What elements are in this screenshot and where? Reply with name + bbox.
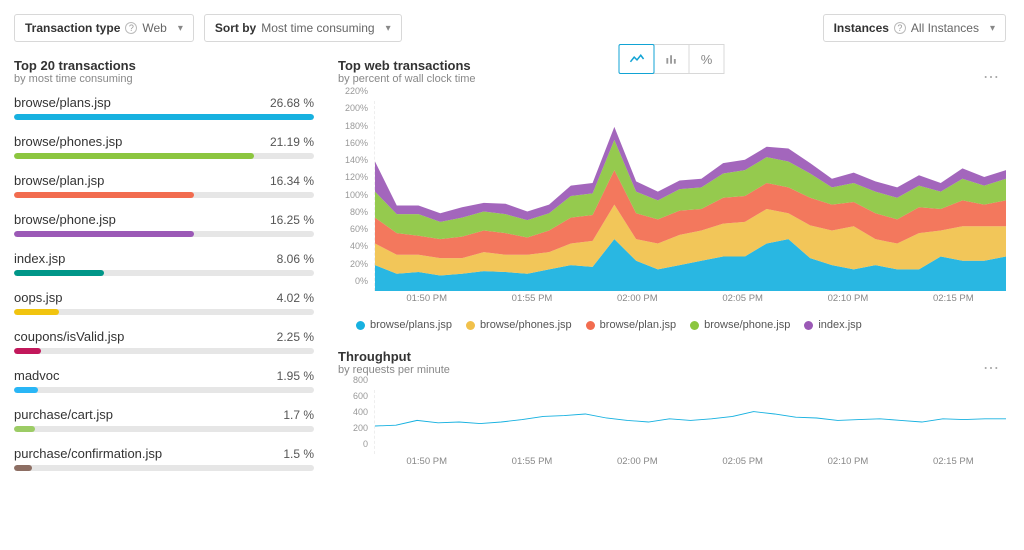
viewmode-bars-button[interactable]	[654, 44, 690, 74]
transaction-value: 16.25 %	[270, 213, 314, 227]
transaction-name: oops.jsp	[14, 290, 62, 305]
transaction-name: browse/phones.jsp	[14, 134, 122, 149]
transaction-type-label: Transaction type	[25, 21, 120, 35]
viewmode-percent-button[interactable]: %	[689, 44, 725, 74]
line-chart-icon	[629, 53, 644, 65]
legend-label: index.jsp	[818, 319, 861, 331]
transaction-row[interactable]: browse/plan.jsp 16.34 %	[14, 173, 314, 198]
chevron-down-icon: ▾	[386, 23, 391, 34]
viewmode-chart-button[interactable]	[619, 44, 655, 74]
sortby-value: Most time consuming	[261, 21, 374, 35]
transaction-name: purchase/cart.jsp	[14, 407, 113, 422]
instances-dropdown[interactable]: Instances ? All Instances ▾	[823, 14, 1006, 42]
transaction-row[interactable]: oops.jsp 4.02 %	[14, 290, 314, 315]
throughput-chart[interactable]: 0200400600800 01:50 PM01:55 PM02:00 PM02…	[338, 390, 1006, 474]
legend-item[interactable]: browse/plans.jsp	[356, 319, 452, 331]
transaction-value: 1.7 %	[283, 408, 314, 422]
transaction-bar	[14, 114, 314, 120]
transaction-value: 21.19 %	[270, 135, 314, 149]
legend-label: browse/phone.jsp	[704, 319, 790, 331]
legend-swatch	[466, 321, 475, 330]
sortby-label: Sort by	[215, 21, 256, 35]
transaction-row[interactable]: purchase/confirmation.jsp 1.5 %	[14, 446, 314, 471]
top-chart-title: Top web transactions	[338, 58, 476, 73]
transaction-row[interactable]: browse/plans.jsp 26.68 %	[14, 95, 314, 120]
transaction-type-dropdown[interactable]: Transaction type ? Web ▾	[14, 14, 194, 42]
transaction-bar	[14, 465, 314, 471]
help-icon: ?	[894, 22, 906, 34]
top-chart-more-button[interactable]: ⋯	[977, 65, 1006, 89]
legend-swatch	[804, 321, 813, 330]
sortby-dropdown[interactable]: Sort by Most time consuming ▾	[204, 14, 402, 42]
legend-item[interactable]: browse/phone.jsp	[690, 319, 790, 331]
throughput-title: Throughput	[338, 349, 450, 364]
transaction-name: madvoc	[14, 368, 60, 383]
transaction-value: 1.95 %	[277, 369, 314, 383]
transaction-bar	[14, 387, 314, 393]
transaction-row[interactable]: browse/phones.jsp 21.19 %	[14, 134, 314, 159]
transaction-bar	[14, 270, 314, 276]
transactions-title: Top 20 transactions	[14, 58, 314, 73]
top-web-chart[interactable]: 0%20%40%60%80%100%120%140%160%180%200%22…	[338, 101, 1006, 311]
transaction-bar	[14, 192, 314, 198]
transaction-row[interactable]: madvoc 1.95 %	[14, 368, 314, 393]
transaction-value: 1.5 %	[283, 447, 314, 461]
legend-label: browse/phones.jsp	[480, 319, 572, 331]
transaction-value: 26.68 %	[270, 96, 314, 110]
instances-label: Instances	[834, 21, 889, 35]
transaction-row[interactable]: coupons/isValid.jsp 2.25 %	[14, 329, 314, 354]
transaction-row[interactable]: browse/phone.jsp 16.25 %	[14, 212, 314, 237]
legend-swatch	[690, 321, 699, 330]
transaction-bar	[14, 153, 314, 159]
percent-icon: %	[701, 52, 713, 67]
instances-value: All Instances	[911, 21, 979, 35]
transaction-bar	[14, 309, 314, 315]
transaction-value: 4.02 %	[277, 291, 314, 305]
help-icon: ?	[125, 22, 137, 34]
transaction-name: purchase/confirmation.jsp	[14, 446, 162, 461]
transactions-subtitle: by most time consuming	[14, 73, 314, 85]
bar-chart-icon	[664, 53, 679, 65]
legend-item[interactable]: index.jsp	[804, 319, 861, 331]
transaction-bar	[14, 348, 314, 354]
throughput-more-button[interactable]: ⋯	[977, 356, 1006, 380]
chevron-down-icon: ▾	[990, 23, 995, 34]
legend-swatch	[586, 321, 595, 330]
transaction-name: browse/plan.jsp	[14, 173, 104, 188]
transaction-value: 2.25 %	[277, 330, 314, 344]
legend-item[interactable]: browse/phones.jsp	[466, 319, 572, 331]
chevron-down-icon: ▾	[178, 23, 183, 34]
transaction-type-value: Web	[142, 21, 166, 35]
top-chart-legend: browse/plans.jsp browse/phones.jsp browse/…	[356, 319, 1006, 331]
transaction-bar	[14, 426, 314, 432]
transaction-name: browse/plans.jsp	[14, 95, 111, 110]
transaction-name: index.jsp	[14, 251, 65, 266]
legend-label: browse/plans.jsp	[370, 319, 452, 331]
transaction-bar	[14, 231, 314, 237]
transaction-value: 8.06 %	[277, 252, 314, 266]
transaction-value: 16.34 %	[270, 174, 314, 188]
legend-label: browse/plan.jsp	[600, 319, 676, 331]
legend-item[interactable]: browse/plan.jsp	[586, 319, 676, 331]
top-chart-subtitle: by percent of wall clock time	[338, 73, 476, 85]
legend-swatch	[356, 321, 365, 330]
transaction-row[interactable]: purchase/cart.jsp 1.7 %	[14, 407, 314, 432]
transaction-row[interactable]: index.jsp 8.06 %	[14, 251, 314, 276]
transaction-name: coupons/isValid.jsp	[14, 329, 124, 344]
transaction-name: browse/phone.jsp	[14, 212, 116, 227]
transactions-list: browse/plans.jsp 26.68 % browse/phones.jsp…	[14, 95, 314, 485]
